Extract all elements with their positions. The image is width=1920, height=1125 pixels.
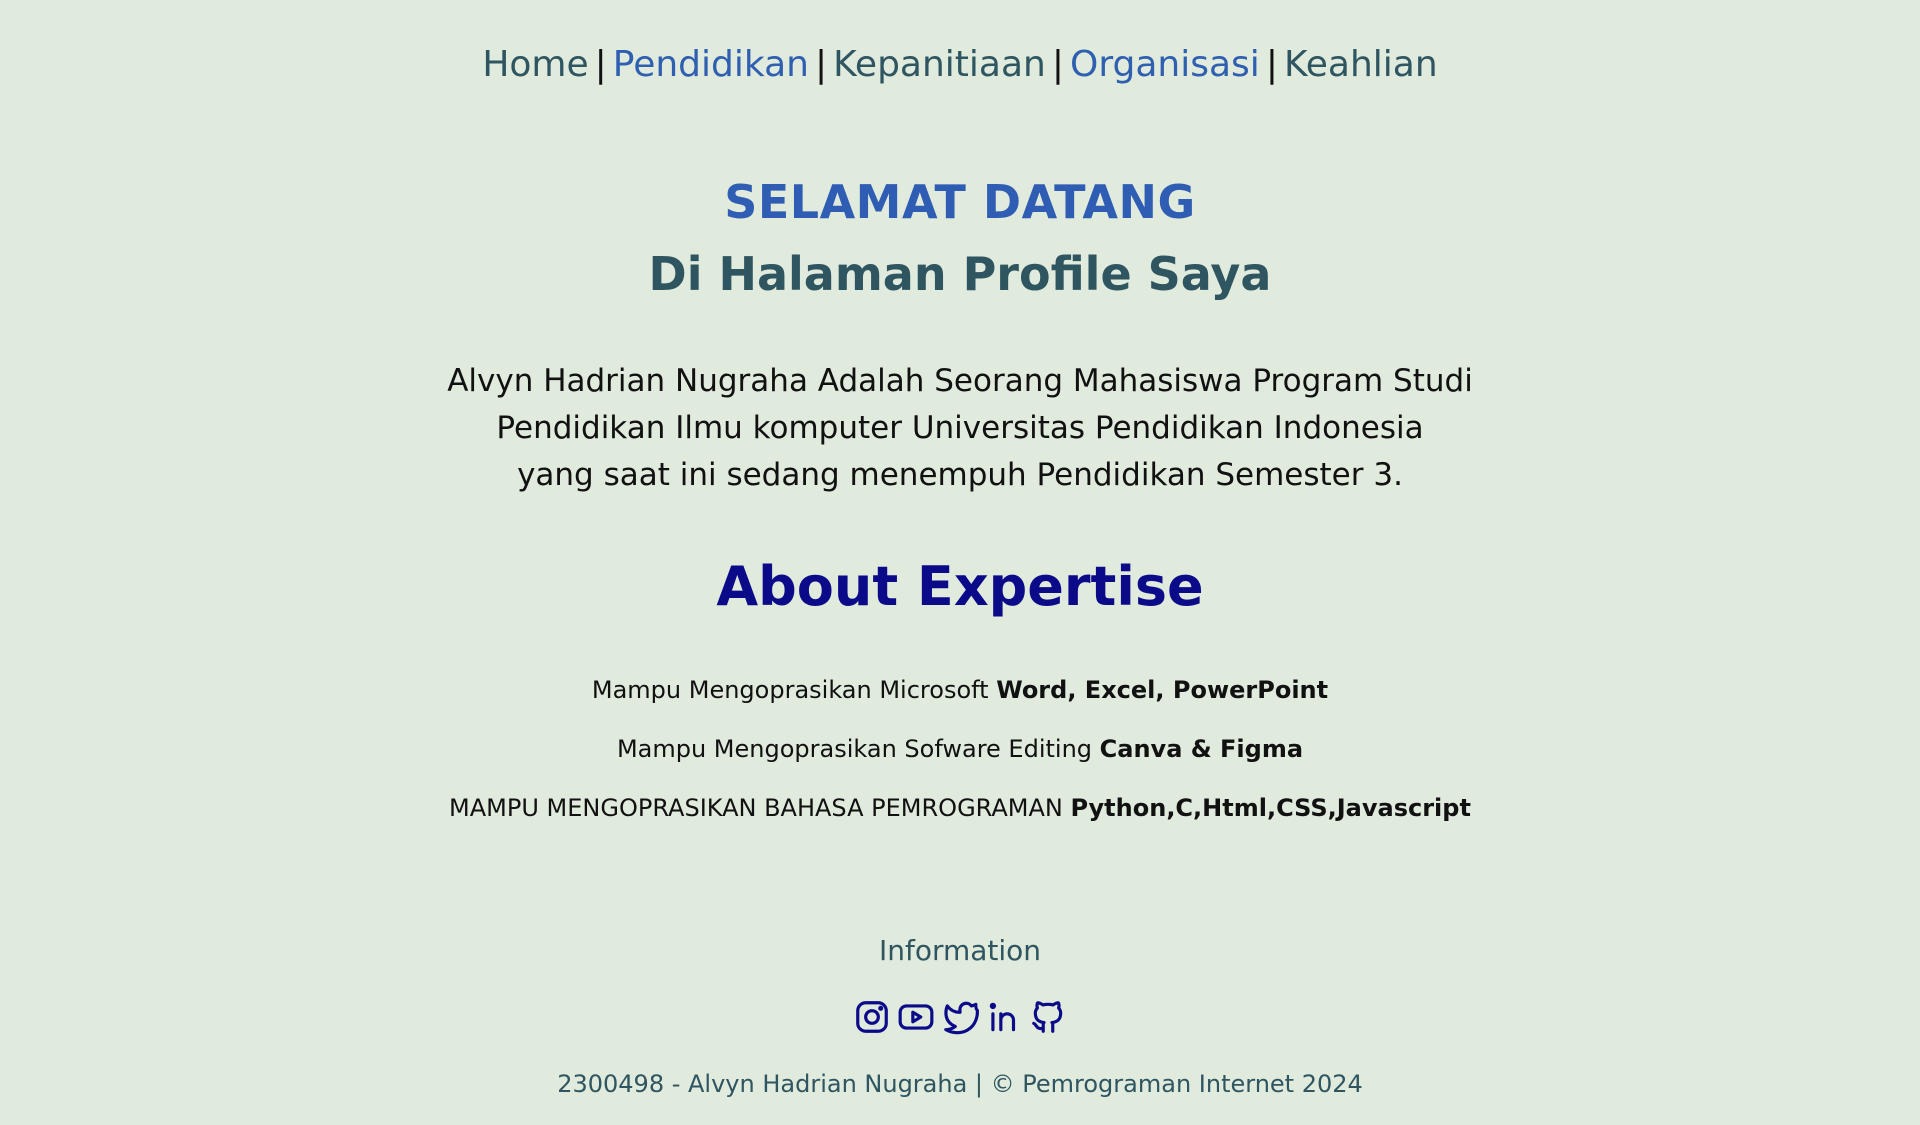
- welcome-heading: SELAMAT DATANG: [724, 175, 1196, 229]
- intro-line: Pendidikan Ilmu komputer Universitas Pen…: [496, 410, 1424, 446]
- social-links: [0, 998, 1920, 1038]
- nav-separator: |: [1051, 44, 1064, 85]
- intro-line: yang saat ini sedang menempuh Pendidikan…: [517, 457, 1403, 493]
- nav-separator: |: [814, 44, 828, 85]
- skill-text: Mampu Mengoprasikan Sofware Editing: [616, 735, 1100, 763]
- github-icon[interactable]: [1029, 998, 1067, 1036]
- footer-copyright: 2300498 - Alvyn Hadrian Nugraha | © Pemr…: [557, 1070, 1363, 1098]
- top-nav: Home | Pendidikan | Kepanitiaan | Organisasi | K…: [0, 40, 1920, 90]
- nav-pendidikan[interactable]: Pendidikan: [613, 44, 809, 85]
- intro-paragraph: Alvyn Hadrian Nugraha Adalah Seorang Mah…: [410, 358, 1510, 499]
- profile-subheading: Di Halaman Profile Saya: [648, 247, 1272, 301]
- nav-separator: |: [594, 44, 607, 85]
- about-expertise-heading: About Expertise: [716, 555, 1204, 618]
- skill-item-programming: MAMPU MENGOPRASIKAN BAHASA PEMROGRAMAN P…: [0, 791, 1920, 825]
- nav-organisasi[interactable]: Organisasi: [1070, 44, 1260, 85]
- skill-item-office: Mampu Mengoprasikan Microsoft Word, Exce…: [0, 673, 1920, 707]
- nav-home[interactable]: Home: [482, 44, 588, 85]
- twitter-icon[interactable]: [941, 998, 979, 1036]
- intro-line: Alvyn Hadrian Nugraha Adalah Seorang Mah…: [447, 363, 1473, 399]
- linkedin-icon[interactable]: [985, 998, 1023, 1036]
- skill-highlight: Canva & Figma: [1099, 735, 1304, 763]
- skill-highlight: Word, Excel, PowerPoint: [996, 676, 1329, 704]
- nav-separator: |: [1265, 44, 1278, 85]
- skill-highlight: Python,C,Html,CSS,Javascript: [1070, 794, 1471, 822]
- information-heading: Information: [878, 934, 1042, 967]
- nav-keahlian[interactable]: Keahlian: [1284, 44, 1438, 85]
- nav-kepanitiaan[interactable]: Kepanitiaan: [833, 44, 1046, 85]
- skill-item-editing: Mampu Mengoprasikan Sofware Editing Canv…: [0, 732, 1920, 766]
- youtube-icon[interactable]: [897, 998, 935, 1036]
- instagram-icon[interactable]: [853, 998, 891, 1036]
- skill-text: MAMPU MENGOPRASIKAN BAHASA PEMROGRAMAN: [449, 794, 1071, 822]
- skill-text: Mampu Mengoprasikan Microsoft: [591, 676, 997, 704]
